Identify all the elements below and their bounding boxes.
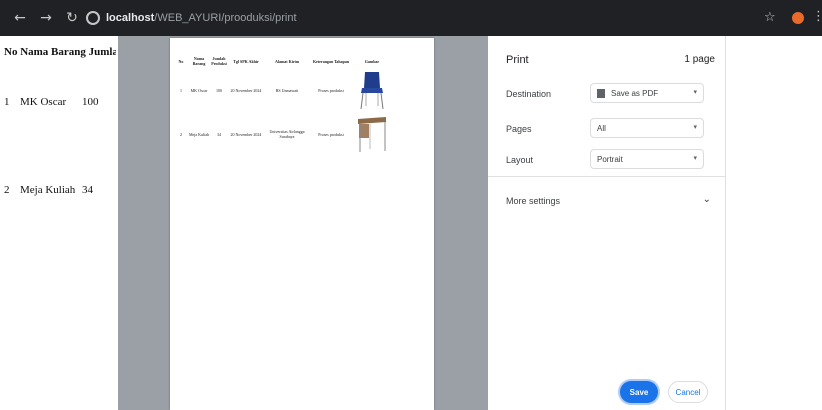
- preview-header-no: No: [178, 58, 184, 64]
- address-bar[interactable]: localhost/WEB_AYURI/prooduksi/print: [82, 5, 762, 31]
- chevron-down-icon[interactable]: ⌄: [703, 194, 711, 205]
- layout-value: Portrait: [597, 154, 623, 164]
- preview-cell-jumlah: 100: [216, 87, 222, 93]
- more-settings-toggle[interactable]: More settings: [506, 196, 560, 206]
- layout-select[interactable]: Portrait ▾: [590, 149, 704, 169]
- print-settings: Print 1 page Destination Save as PDF ▾ P…: [488, 36, 726, 410]
- preview-cell-alamat: RS Unmawati: [275, 87, 299, 93]
- chevron-down-icon: ▾: [693, 123, 697, 131]
- table-row: 1 MK Oscar 100 20 November 2024 RS Unmaw…: [174, 68, 428, 112]
- page-content: No Nama Barang Jumlah 1 MK Oscar 100 2 Meja…: [0, 36, 118, 410]
- url-host: localhost: [106, 12, 155, 24]
- row-jumlah: 100: [82, 96, 99, 108]
- row-jumlah: 34: [82, 184, 93, 196]
- destination-label: Destination: [506, 89, 552, 99]
- preview-header-alamat: Alamat Kirim: [274, 58, 300, 64]
- table-row: 1 MK Oscar 100: [4, 96, 99, 108]
- pages-value: All: [597, 123, 606, 133]
- print-dialog: Print 1 page Destination Save as PDF ▾ P…: [488, 36, 822, 410]
- back-arrow-icon[interactable]: ←: [10, 8, 30, 28]
- table-row: 2 Meja Kuliah 34 20 November 2024 Univer…: [174, 112, 428, 156]
- preview-table: No Nama Barang Jumlah Produksi Tgl SPK A…: [174, 54, 428, 156]
- chevron-down-icon: ▾: [693, 154, 697, 162]
- preview-cell-tgl: 20 November 2024: [230, 131, 262, 137]
- browser-toolbar: ← → ↻ localhost/WEB_AYURI/prooduksi/prin…: [0, 0, 822, 36]
- row-nama: MK Oscar: [20, 96, 67, 108]
- preview-header-tgl: Tgl SPK Akhir: [233, 58, 259, 64]
- page-table-header: No Nama Barang Jumlah: [4, 46, 116, 58]
- preview-cell-keterangan: Proses produksi: [318, 87, 344, 93]
- preview-header-nama: Nama Barang: [192, 56, 206, 66]
- preview-header-gambar: Gambar: [364, 58, 380, 64]
- chair-image: [352, 70, 392, 110]
- preview-cell-nama: Meja Kuliah: [188, 131, 210, 137]
- destination-value: Save as PDF: [611, 88, 659, 98]
- preview-cell-alamat: Universitas Airlangga Surabaya: [269, 129, 305, 139]
- print-title: Print: [506, 54, 529, 66]
- preview-header-jumlah: Jumlah Produksi: [211, 56, 227, 66]
- row-no: 2: [4, 184, 10, 196]
- forward-arrow-icon[interactable]: →: [36, 8, 56, 28]
- layout-label: Layout: [506, 155, 534, 165]
- preview-table-header: No Nama Barang Jumlah Produksi Tgl SPK A…: [174, 54, 428, 68]
- cancel-button[interactable]: Cancel: [668, 381, 708, 403]
- row-nama: Meja Kuliah: [20, 184, 76, 196]
- extension-icon[interactable]: [792, 12, 804, 24]
- url-path: /WEB_AYURI/prooduksi/print: [154, 12, 297, 24]
- chevron-down-icon: ▾: [693, 88, 697, 96]
- preview-cell-keterangan: Proses produksi: [318, 131, 344, 137]
- row-no: 1: [4, 96, 10, 108]
- menu-kebab-icon[interactable]: ⋮: [812, 9, 822, 24]
- preview-cell-tgl: 20 November 2024: [230, 87, 262, 93]
- pages-label: Pages: [506, 124, 532, 134]
- destination-select[interactable]: Save as PDF ▾: [590, 83, 704, 103]
- pages-select[interactable]: All ▾: [590, 118, 704, 138]
- table-row: 2 Meja Kuliah 34: [4, 184, 93, 196]
- desk-image: [352, 115, 392, 153]
- reload-icon[interactable]: ↻: [62, 8, 82, 28]
- save-button[interactable]: Save: [620, 381, 658, 403]
- preview-cell-no: 1: [180, 87, 182, 93]
- preview-header-keterangan: Keterangan Tahapan: [312, 58, 350, 64]
- preview-cell-nama: MK Oscar: [190, 87, 208, 93]
- page-count: 1 page: [684, 54, 715, 65]
- bookmark-star-icon[interactable]: ☆: [764, 10, 776, 25]
- site-info-icon[interactable]: [86, 11, 100, 25]
- print-preview-area: No Nama Barang Jumlah Produksi Tgl SPK A…: [118, 36, 488, 410]
- preview-cell-jumlah: 34: [217, 131, 221, 137]
- preview-cell-no: 2: [180, 131, 182, 137]
- divider: [488, 176, 726, 177]
- pdf-file-icon: [597, 88, 605, 98]
- preview-page: No Nama Barang Jumlah Produksi Tgl SPK A…: [170, 38, 434, 410]
